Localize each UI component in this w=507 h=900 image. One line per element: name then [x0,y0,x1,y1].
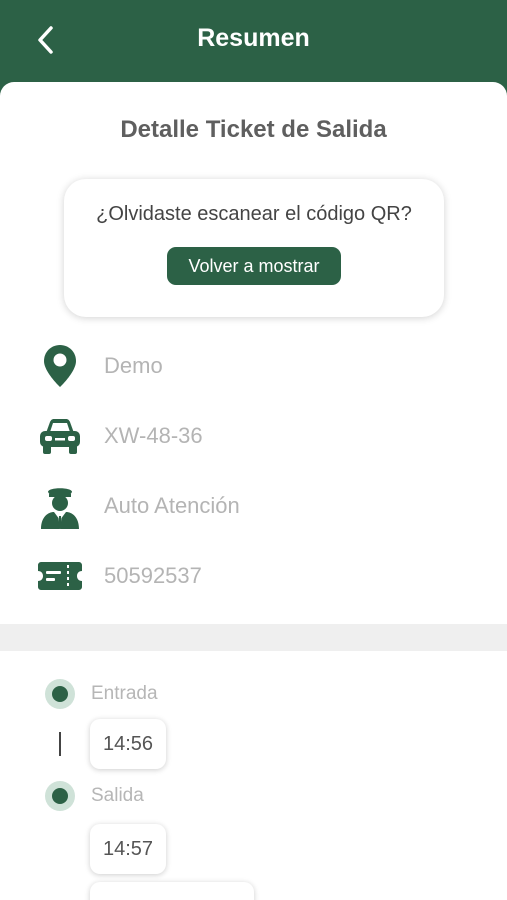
detail-title: Detalle Ticket de Salida [120,116,387,143]
qr-reminder-card: ¿Olvidaste escanear el código QR? Volver… [64,179,444,317]
location-text: Demo [104,353,163,378]
attendant-row: Auto Atención [0,480,507,530]
page-title: Resumen [197,24,310,52]
ticket-row: 50592537 [0,550,507,600]
app-header: Resumen [0,0,507,95]
entry-dot-icon [45,679,75,709]
car-icon [36,414,84,458]
exit-time-chip: 14:57 [90,824,167,874]
location-row: Demo [0,340,507,390]
entry-time-chip: 14:56 [90,719,167,769]
section-divider [0,624,507,651]
show-again-button[interactable]: Volver a mostrar [167,247,341,285]
exit-dot-icon [45,781,75,811]
ticket-number-text: 50592537 [104,563,202,588]
attendant-text: Auto Atención [104,493,240,518]
qr-question-text: ¿Olvidaste escanear el código QR? [96,203,412,225]
location-pin-icon [36,344,84,388]
exit-time: 14:57 [103,837,154,860]
attendant-icon [36,484,84,529]
entry-label: Entrada [91,683,158,704]
exit-label: Salida [91,785,144,806]
partial-chip [90,882,254,900]
plate-text: XW-48-36 [104,423,203,448]
entry-time: 14:56 [103,732,154,755]
plate-row: XW-48-36 [0,410,507,460]
timeline-connector [59,732,61,756]
summary-sheet: Detalle Ticket de Salida ¿Olvidaste esca… [0,82,507,900]
ticket-icon [36,554,84,598]
